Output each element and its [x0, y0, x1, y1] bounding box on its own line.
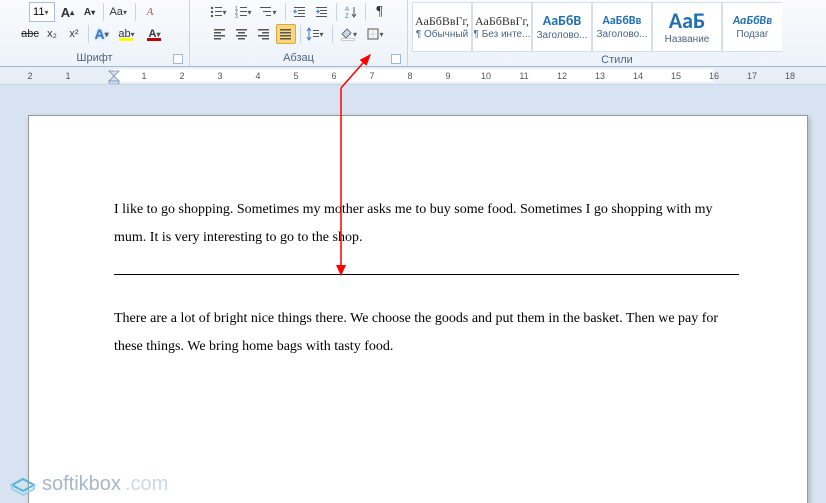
dialog-launcher-icon[interactable] — [173, 54, 183, 64]
decrease-indent-button[interactable] — [290, 2, 310, 22]
font-color-swatch — [147, 38, 161, 41]
align-left-icon — [213, 27, 227, 41]
dialog-launcher-icon[interactable] — [391, 54, 401, 64]
align-justify-icon — [279, 27, 293, 41]
multilevel-icon — [259, 5, 273, 19]
subscript-button[interactable]: x₂ — [42, 24, 62, 44]
superscript-button[interactable]: x² — [64, 24, 84, 44]
style-item-subtitle[interactable]: АаБбВв Подзаг — [722, 2, 782, 52]
chevron-down-icon: ▾ — [44, 8, 51, 17]
separator — [336, 3, 337, 21]
align-center-icon — [235, 27, 249, 41]
svg-text:A: A — [345, 7, 349, 13]
highlight-color-swatch — [119, 38, 133, 41]
style-item-title[interactable]: АаБ Название — [652, 2, 722, 52]
watermark: softikbox.com — [8, 471, 168, 497]
line-spacing-button[interactable]: ▾ — [305, 24, 328, 44]
chevron-down-icon: ▾ — [320, 30, 327, 39]
line-spacing-icon — [306, 27, 320, 41]
grow-font-button[interactable]: A▴ — [57, 2, 77, 22]
watermark-suffix: .com — [125, 473, 168, 496]
font-size-combo[interactable]: 11 ▾ — [29, 2, 55, 22]
chevron-down-icon: ▾ — [123, 8, 130, 17]
paragraph-1[interactable]: I like to go shopping. Sometimes my moth… — [114, 196, 739, 252]
show-marks-button[interactable]: ¶ — [370, 2, 390, 22]
align-center-button[interactable] — [232, 24, 252, 44]
increase-indent-button[interactable] — [312, 2, 332, 22]
document-area: I like to go shopping. Sometimes my moth… — [0, 85, 826, 503]
align-left-button[interactable] — [210, 24, 230, 44]
strikethrough-button[interactable]: abc — [20, 24, 40, 44]
horizontal-rule — [114, 274, 739, 275]
align-justify-button[interactable] — [276, 24, 296, 44]
style-item-heading1[interactable]: АаБбВ Заголово... — [532, 2, 592, 52]
sort-button[interactable]: AZ — [341, 2, 361, 22]
font-size-value: 11 — [33, 6, 44, 18]
svg-text:3: 3 — [235, 14, 238, 19]
increase-indent-icon — [315, 5, 329, 19]
chevron-down-icon: ▾ — [273, 8, 280, 17]
bullets-icon — [209, 5, 223, 19]
separator — [285, 3, 286, 21]
font-color-button[interactable]: A▾ — [143, 24, 169, 44]
separator — [88, 25, 89, 43]
style-item-no-spacing[interactable]: АаБбВвГг, ¶ Без инте... — [472, 2, 532, 52]
style-item-heading2[interactable]: АаБбВв Заголово... — [592, 2, 652, 52]
ribbon-group-styles: АаБбВвГг, ¶ Обычный АаБбВвГг, ¶ Без инте… — [408, 0, 826, 66]
separator — [332, 25, 333, 43]
borders-button[interactable]: ▾ — [365, 24, 388, 44]
group-label-styles: Стили — [412, 52, 822, 68]
shading-color-swatch — [341, 38, 355, 41]
paragraph-2[interactable]: There are a lot of bright nice things th… — [114, 305, 739, 361]
chevron-down-icon: ▾ — [223, 8, 230, 17]
separator — [365, 3, 366, 21]
text-effects-button[interactable]: A▾ — [93, 24, 113, 44]
decrease-indent-icon — [293, 5, 307, 19]
chevron-down-icon: ▾ — [105, 30, 112, 39]
ribbon-group-font: 11 ▾ A▴ A▾ Aa▾ A abc x₂ x² A▾ ab▾ A▾ — [0, 0, 190, 66]
borders-icon — [366, 27, 380, 41]
align-right-icon — [257, 27, 271, 41]
chevron-down-icon: ▾ — [248, 8, 255, 17]
sort-icon: AZ — [344, 5, 358, 19]
separator — [135, 3, 136, 21]
group-label-paragraph: Абзац — [194, 50, 403, 66]
ribbon: 11 ▾ A▴ A▾ Aa▾ A abc x₂ x² A▾ ab▾ A▾ — [0, 0, 826, 67]
style-item-normal[interactable]: АаБбВвГг, ¶ Обычный — [412, 2, 472, 52]
softikbox-logo-icon — [8, 471, 38, 497]
clear-formatting-button[interactable]: A — [140, 2, 160, 22]
ribbon-group-paragraph: ▾ 123 ▾ ▾ AZ — [190, 0, 408, 66]
style-gallery: АаБбВвГг, ¶ Обычный АаБбВвГг, ¶ Без инте… — [412, 2, 782, 52]
numbering-button[interactable]: 123 ▾ — [233, 2, 256, 22]
shading-button[interactable]: ▾ — [337, 24, 363, 44]
document-page[interactable]: I like to go shopping. Sometimes my moth… — [28, 115, 808, 503]
separator — [300, 25, 301, 43]
chevron-down-icon: ▾ — [380, 30, 387, 39]
multilevel-list-button[interactable]: ▾ — [258, 2, 281, 22]
align-right-button[interactable] — [254, 24, 274, 44]
numbering-icon: 123 — [234, 5, 248, 19]
horizontal-ruler[interactable]: 21123456789101112131415161718 — [0, 67, 826, 85]
bullets-button[interactable]: ▾ — [208, 2, 231, 22]
group-label-font: Шрифт — [4, 50, 185, 66]
ruler-active-area — [113, 69, 713, 82]
svg-text:Z: Z — [345, 14, 349, 19]
watermark-text: softikbox — [42, 473, 121, 496]
indent-marker[interactable] — [108, 67, 118, 85]
change-case-button[interactable]: Aa▾ — [108, 2, 130, 22]
highlight-button[interactable]: ab▾ — [115, 24, 141, 44]
shrink-font-button[interactable]: A▾ — [79, 2, 99, 22]
separator — [103, 3, 104, 21]
